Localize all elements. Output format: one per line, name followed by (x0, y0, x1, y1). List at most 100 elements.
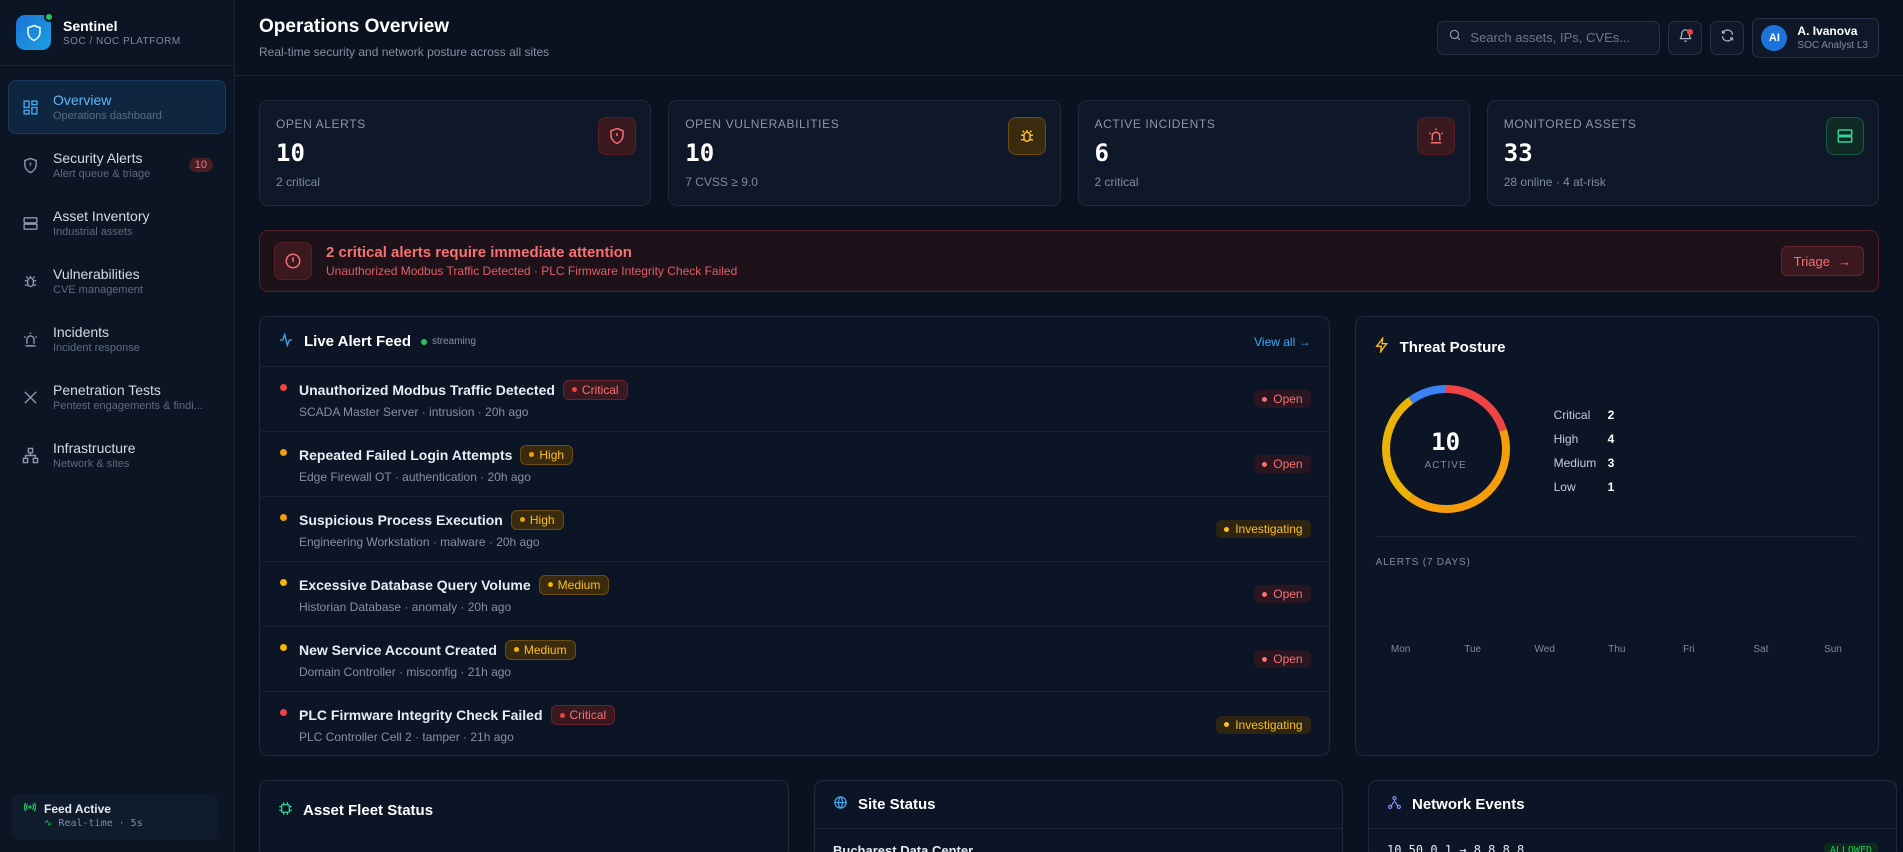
status-label: Open (1273, 587, 1303, 601)
sidebar-item-label: Overview (53, 92, 112, 108)
status-badge: Open (1254, 390, 1311, 408)
kpi-label: ACTIVE INCIDENTS (1094, 117, 1216, 131)
triage-button[interactable]: Triage → (1780, 246, 1864, 276)
severity-label: Medium (557, 577, 601, 592)
day-label: Mon (1390, 644, 1411, 655)
day-label: Fri (1683, 644, 1695, 655)
notifications-button[interactable] (1668, 20, 1703, 55)
alert-row[interactable]: PLC Firmware Integrity Check Failed Criti… (260, 692, 1329, 757)
sidebar-item-vulnerabilities[interactable]: Vulnerabilities CVE management (8, 254, 226, 308)
alert-meta: SCADA Master Server · intrusion · 20h ag… (299, 404, 529, 419)
cpu-icon (278, 801, 293, 820)
severity-dot (280, 513, 287, 521)
user-menu[interactable]: AI A. Ivanova SOC Analyst L3 (1752, 17, 1879, 58)
alert-meta: Engineering Workstation · malware · 20h … (299, 534, 540, 549)
severity-label: High (529, 512, 555, 527)
severity-dot (280, 709, 287, 716)
severity-badge: High (520, 444, 574, 465)
alert-row[interactable]: Suspicious Process Execution High Engineer… (260, 497, 1329, 562)
kpi-sub: 2 critical (276, 175, 321, 189)
severity-badge: High (510, 509, 564, 530)
status-label: Open (1273, 652, 1303, 666)
legend-name: Low (1553, 480, 1576, 494)
activity-icon (278, 331, 294, 352)
brand-subtitle: SOC / NOC PLATFORM (63, 36, 181, 47)
refresh-button[interactable] (1710, 20, 1745, 55)
sidebar-item-label: Infrastructure (53, 440, 136, 456)
severity-donut: 10 ACTIVE (1380, 383, 1512, 515)
kpi-value: 10 (276, 139, 305, 167)
kpi-monitored-assets[interactable]: MONITORED ASSETS 33 28 online · 4 at-ris… (1486, 100, 1879, 206)
user-role: SOC Analyst L3 (1797, 40, 1868, 51)
page-title: Operations Overview (259, 16, 450, 37)
logo-shield-icon (16, 12, 54, 50)
sidebar-item-sub: Operations dashboard (53, 110, 162, 122)
alert-meta: PLC Controller Cell 2 · tamper · 21h ago (299, 730, 514, 744)
site-status-panel: Site Status Bucharest Data Center (814, 780, 1343, 852)
panel-title: Asset Fleet Status (303, 801, 434, 819)
kpi-value: 6 (1094, 139, 1109, 167)
sidebar-item-security-alerts[interactable]: Security Alerts Alert queue & triage 10 (8, 138, 226, 192)
network-event-route: 10.50.0.1 → 8.8.8.8 (1387, 843, 1525, 852)
network-icon (1387, 795, 1402, 814)
status-badge: Investigating (1216, 520, 1311, 538)
day-label: Sun (1824, 644, 1842, 655)
panel-title: Network Events (1412, 796, 1525, 813)
severity-badge: Medium (538, 574, 610, 595)
siren-icon (1416, 117, 1455, 155)
kpi-open-vulnerabilities[interactable]: OPEN VULNERABILITIES 10 7 CVSS ≥ 9.0 (668, 100, 1061, 206)
sidebar-item-overview[interactable]: Overview Operations dashboard (8, 80, 226, 134)
view-all-link[interactable]: View all → (1254, 335, 1310, 349)
sidebar-item-sub: Alert queue & triage (53, 168, 151, 180)
legend-value: 4 (1607, 432, 1615, 446)
alert-title: Suspicious Process Execution (299, 511, 503, 528)
legend-row-low: Low 1 (1554, 475, 1615, 499)
status-badge: Investigating (1216, 715, 1311, 734)
severity-label: High (539, 447, 565, 462)
sidebar-item-asset-inventory[interactable]: Asset Inventory Industrial assets (8, 196, 226, 250)
search-input[interactable] (1470, 30, 1650, 45)
siren-icon (21, 330, 39, 348)
kpi-open-alerts[interactable]: OPEN ALERTS 10 2 critical (259, 100, 652, 206)
sidebar-item-sub: CVE management (53, 284, 143, 296)
alert-row[interactable]: New Service Account Created Medium Domain … (260, 627, 1329, 692)
legend-row-high: High 4 (1554, 427, 1615, 451)
alert-row[interactable]: Excessive Database Query Volume Medium His… (260, 562, 1329, 627)
kpi-label: MONITORED ASSETS (1503, 117, 1637, 131)
site-name: Bucharest Data Center (833, 843, 974, 852)
status-label: Investigating (1235, 717, 1303, 732)
page-subtitle: Real-time security and network posture a… (259, 45, 550, 59)
severity-badge: Critical (550, 705, 616, 725)
legend-value: 2 (1607, 408, 1615, 422)
sidebar-item-label: Security Alerts (53, 150, 143, 166)
arrow-right-icon: → (1838, 253, 1851, 269)
sidebar-item-infrastructure[interactable]: Infrastructure Network & sites (8, 428, 226, 482)
alert-row[interactable]: Repeated Failed Login Attempts High Edge F… (260, 432, 1329, 497)
bug-icon (1007, 117, 1046, 155)
avatar: AI (1761, 24, 1788, 51)
network-events-panel: Network Events 10.50.0.1 → 8.8.8.8 ALLOWE… (1368, 780, 1897, 852)
panel-title: Site Status (858, 796, 936, 813)
search-icon (1448, 28, 1462, 47)
status-label: Open (1273, 457, 1303, 471)
severity-label: Medium (523, 642, 567, 657)
user-name: A. Ivanova (1797, 24, 1858, 38)
topbar: Operations Overview Real-time security a… (235, 0, 1903, 76)
sidebar-item-incidents[interactable]: Incidents Incident response (8, 312, 226, 366)
kpi-active-incidents[interactable]: ACTIVE INCIDENTS 6 2 critical (1077, 100, 1470, 206)
feed-sub: ∿ Real-time · 5s (44, 818, 206, 829)
kpi-value: 10 (685, 139, 715, 167)
severity-dot (280, 448, 287, 456)
sidebar-item-label: Penetration Tests (53, 382, 161, 398)
severity-legend: Critical 2 High 4 Medium 3 Low 1 (1554, 403, 1615, 499)
sidebar-item-penetration-tests[interactable]: Penetration Tests Pentest engagements & f… (8, 370, 226, 424)
sidebar-item-sub: Pentest engagements & findi... (53, 400, 203, 412)
status-badge: Open (1254, 585, 1311, 603)
alert-count-badge: 10 (188, 158, 213, 172)
severity-label: Critical (569, 708, 607, 722)
radio-icon (23, 801, 37, 816)
threat-posture: Threat Posture 10 ACTIVE Critical 2 High 4… (1354, 316, 1879, 756)
panel-title: Threat Posture (1399, 338, 1506, 356)
alert-row[interactable]: Unauthorized Modbus Traffic Detected Crit… (260, 367, 1329, 432)
day-label: Thu (1608, 644, 1626, 655)
